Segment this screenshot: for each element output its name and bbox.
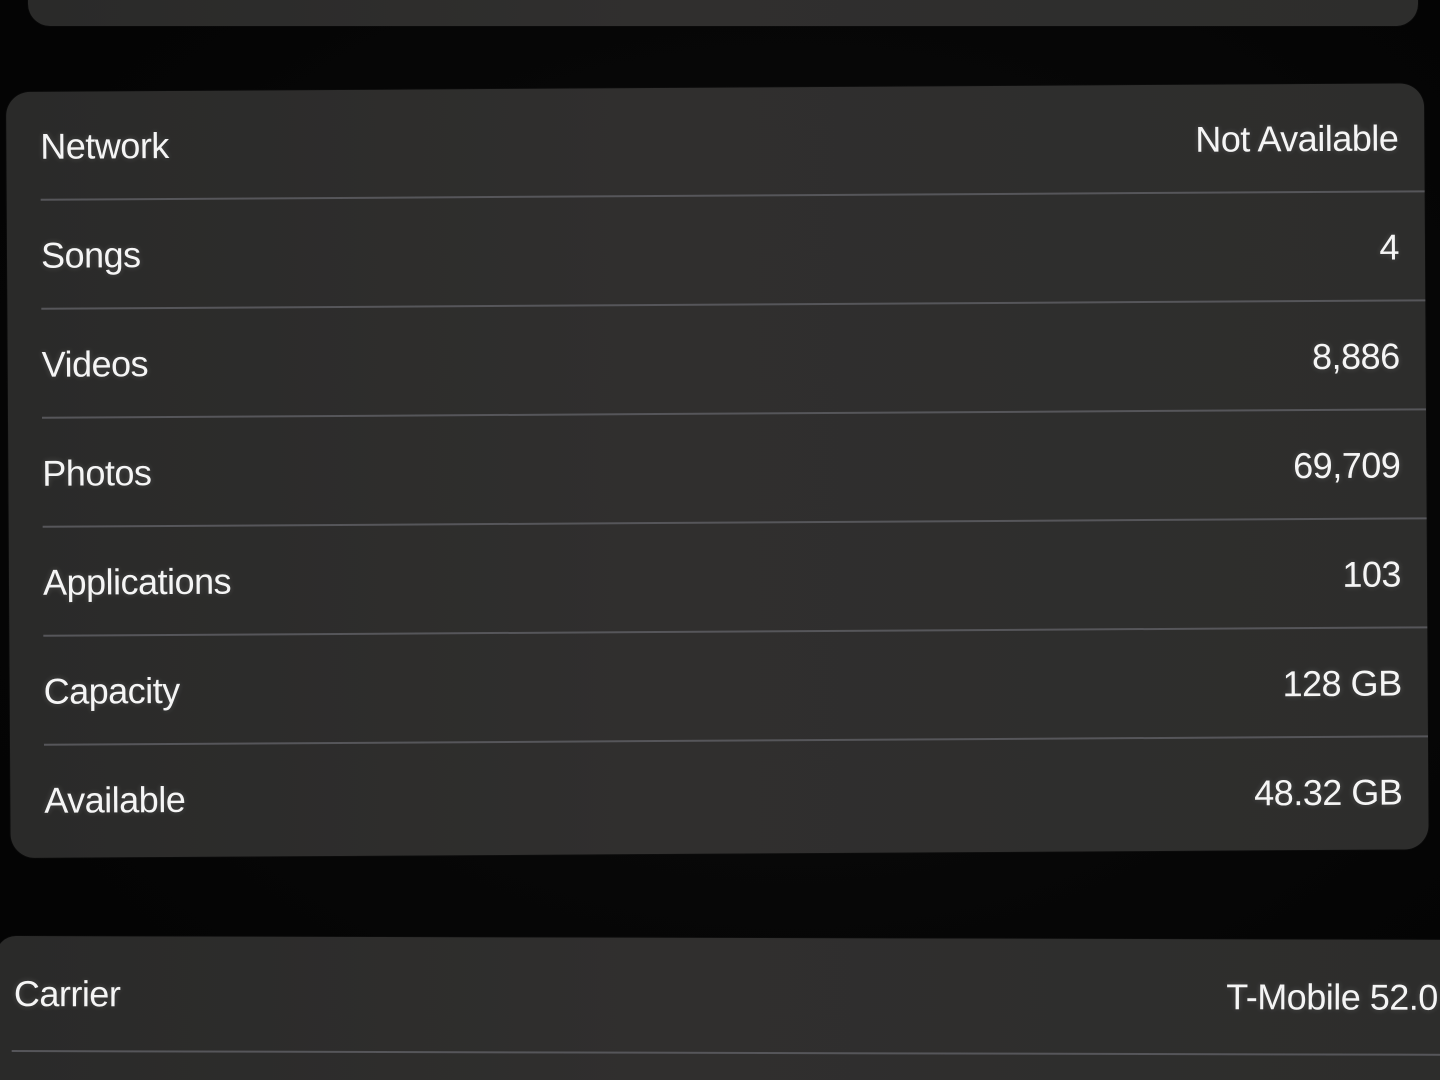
network-label: Network xyxy=(40,124,169,167)
songs-label: Songs xyxy=(40,233,141,276)
videos-row: Videos 8,886 xyxy=(7,301,1426,419)
carrier-row[interactable]: Carrier T-Mobile 52.0 xyxy=(0,936,1440,1056)
photos-row: Photos 69,709 xyxy=(8,410,1427,528)
applications-label: Applications xyxy=(42,560,232,603)
capacity-value: 128 GB xyxy=(1282,661,1402,704)
available-value: 48.32 GB xyxy=(1254,770,1403,813)
photos-value: 69,709 xyxy=(1293,443,1401,486)
previous-settings-group xyxy=(28,0,1418,26)
videos-value: 8,886 xyxy=(1311,334,1400,377)
capacity-label: Capacity xyxy=(43,669,180,712)
available-row: Available 48.32 GB xyxy=(10,737,1429,855)
videos-label: Videos xyxy=(41,342,149,385)
carrier-group: Carrier T-Mobile 52.0 xyxy=(0,936,1440,1080)
network-row: Network Not Available xyxy=(6,83,1425,201)
applications-value: 103 xyxy=(1342,552,1402,595)
available-label: Available xyxy=(44,778,186,821)
applications-row: Applications 103 xyxy=(9,519,1428,637)
songs-row: Songs 4 xyxy=(7,192,1426,310)
settings-about-screen: Network Not Available Songs 4 Videos 8,8… xyxy=(0,0,1440,1080)
carrier-value: T-Mobile 52.0 xyxy=(1226,976,1438,1018)
network-value: Not Available xyxy=(1195,116,1399,160)
carrier-label: Carrier xyxy=(13,973,121,1015)
device-info-group: Network Not Available Songs 4 Videos 8,8… xyxy=(6,83,1429,858)
songs-value: 4 xyxy=(1379,225,1400,268)
capacity-row: Capacity 128 GB xyxy=(9,628,1428,746)
row-separator xyxy=(11,1050,1440,1056)
photos-label: Photos xyxy=(42,451,152,494)
